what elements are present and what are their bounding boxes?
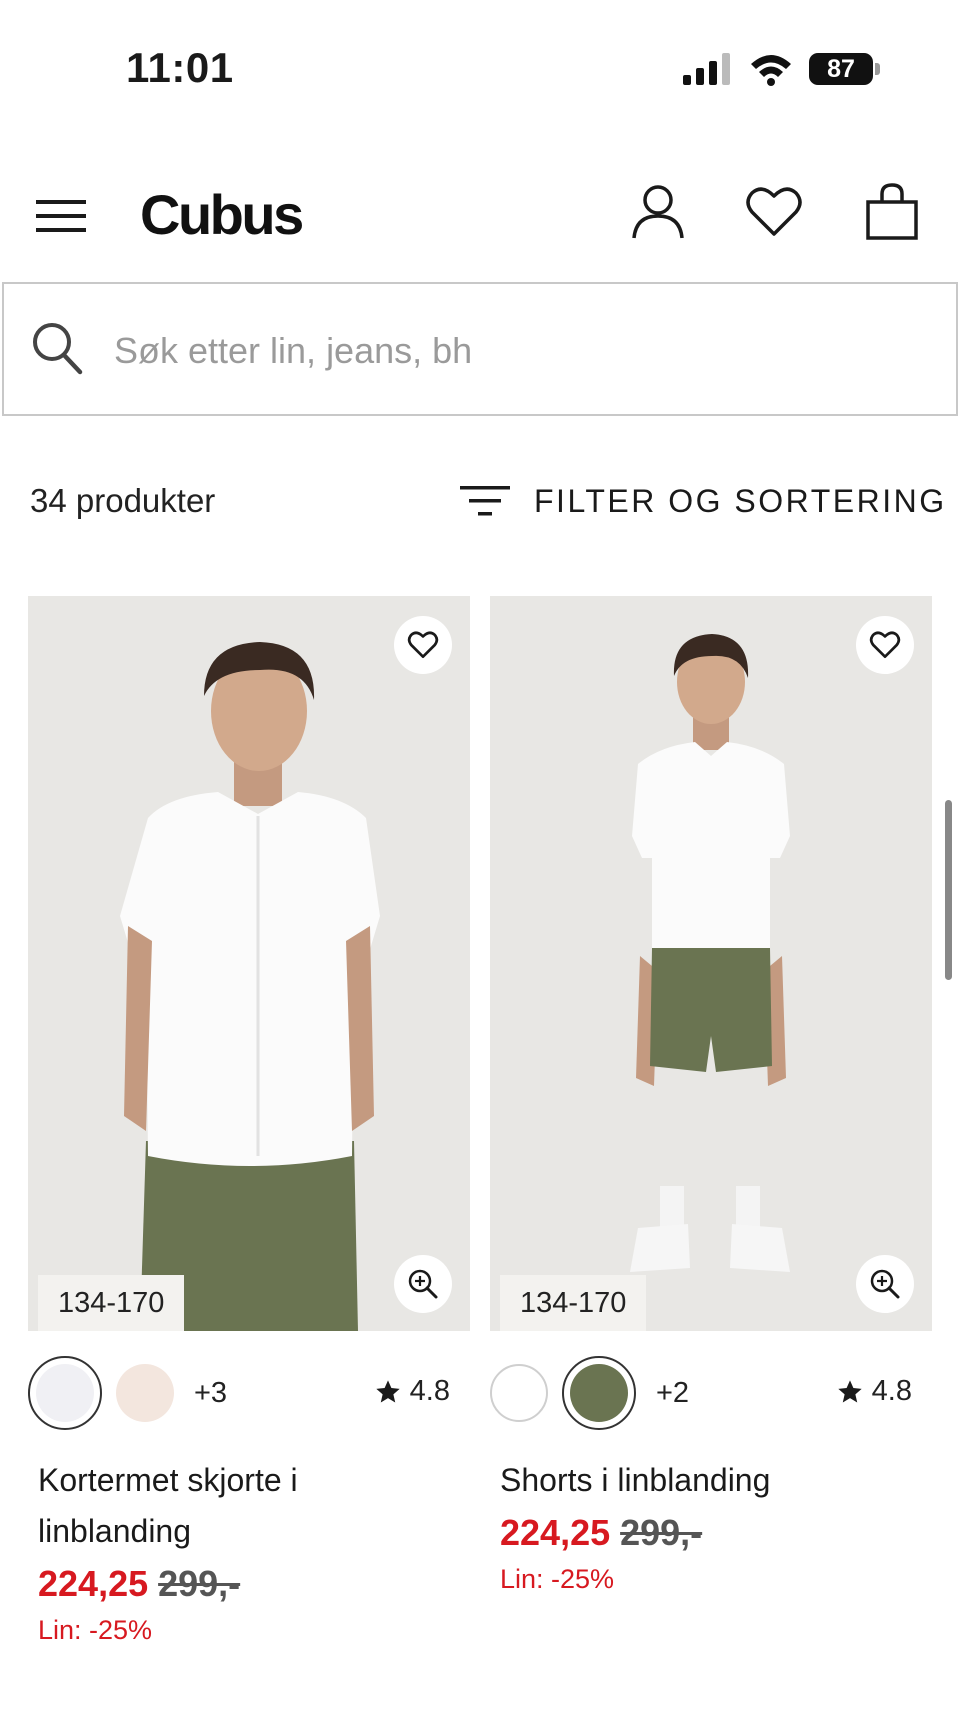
product-card[interactable]: 134-170 +2 4.8 Shorts i linblanding 224,… xyxy=(490,596,932,1595)
zoom-in-icon xyxy=(870,1269,900,1299)
product-name[interactable]: Kortermet skjorte i linblanding xyxy=(28,1455,458,1557)
scrollbar[interactable] xyxy=(945,800,952,980)
add-to-wishlist-button[interactable] xyxy=(856,616,914,674)
account-icon[interactable] xyxy=(628,182,688,242)
product-name[interactable]: Shorts i linblanding xyxy=(490,1455,920,1506)
size-range-badge: 134-170 xyxy=(38,1275,185,1331)
product-card[interactable]: 134-170 +3 4.8 Kortermet skjorte i linbl… xyxy=(28,596,470,1646)
more-colors-link[interactable]: +3 xyxy=(194,1377,227,1410)
promo-label: Lin: -25% xyxy=(38,1615,153,1645)
product-photo-shirt xyxy=(28,596,470,1331)
color-swatch[interactable] xyxy=(562,1356,636,1430)
cubus-logo[interactable]: Cubus xyxy=(140,182,304,247)
color-swatch[interactable] xyxy=(116,1364,174,1422)
product-image[interactable]: 134-170 xyxy=(28,596,470,1331)
status-time: 11:01 xyxy=(126,44,234,91)
star-icon xyxy=(376,1379,400,1402)
shopping-bag-icon[interactable] xyxy=(862,182,922,242)
rating: 4.8 xyxy=(836,1375,912,1408)
add-to-wishlist-button[interactable] xyxy=(394,616,452,674)
color-swatch[interactable] xyxy=(490,1364,548,1422)
wifi-icon xyxy=(751,55,791,86)
product-image[interactable]: 134-170 xyxy=(490,596,932,1331)
heart-icon xyxy=(869,631,901,659)
search-icon[interactable] xyxy=(30,320,84,376)
product-photo-shorts xyxy=(490,596,932,1331)
signal-icon xyxy=(683,53,730,85)
filter-icon xyxy=(460,486,510,516)
rating-value: 4.8 xyxy=(871,1375,912,1407)
color-swatch[interactable] xyxy=(28,1356,102,1430)
battery-icon: 87 xyxy=(809,53,880,85)
original-price: 299,- xyxy=(620,1512,703,1553)
status-icons: 87 xyxy=(683,52,880,86)
rating-value: 4.8 xyxy=(409,1375,450,1407)
color-swatches: +3 4.8 xyxy=(28,1353,470,1433)
hamburger-menu-icon[interactable] xyxy=(36,196,86,236)
price: 224,25 299,- xyxy=(28,1563,470,1605)
status-bar: 11:01 87 xyxy=(0,0,960,140)
original-price: 299,- xyxy=(158,1563,241,1604)
star-icon xyxy=(838,1379,862,1402)
color-swatches: +2 4.8 xyxy=(490,1353,932,1433)
search-bar xyxy=(2,282,958,416)
more-colors-link[interactable]: +2 xyxy=(656,1377,689,1410)
site-header: Cubus xyxy=(0,160,960,280)
zoom-button[interactable] xyxy=(394,1255,452,1313)
size-range-badge: 134-170 xyxy=(500,1275,647,1331)
filter-sort-button[interactable]: FILTER OG SORTERING xyxy=(460,474,947,528)
wishlist-heart-icon[interactable] xyxy=(744,182,804,242)
promo-label: Lin: -25% xyxy=(500,1564,615,1594)
zoom-in-icon xyxy=(408,1269,438,1299)
sale-price: 224,25 xyxy=(500,1512,611,1553)
sale-price: 224,25 xyxy=(38,1563,149,1604)
search-input[interactable] xyxy=(114,324,914,378)
rating: 4.8 xyxy=(374,1375,450,1408)
product-count: 34 produkter xyxy=(30,482,216,519)
battery-level: 87 xyxy=(809,53,873,85)
price: 224,25 299,- xyxy=(490,1512,932,1554)
heart-icon xyxy=(407,631,439,659)
filter-sort-label: FILTER OG SORTERING xyxy=(534,482,947,519)
zoom-button[interactable] xyxy=(856,1255,914,1313)
battery-tip xyxy=(875,63,880,75)
